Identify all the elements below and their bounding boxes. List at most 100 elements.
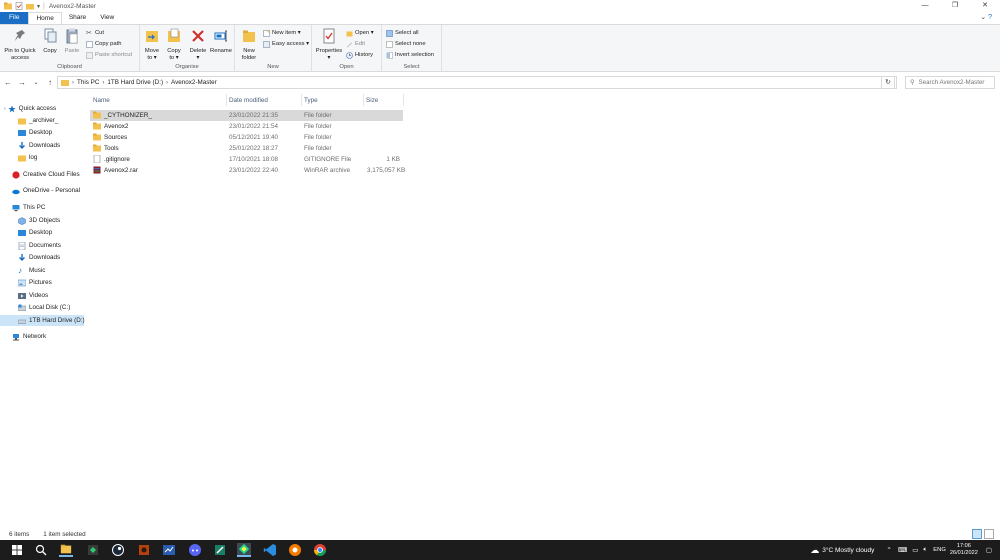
nav-creative-cloud[interactable]: Creative Cloud Files bbox=[0, 169, 84, 180]
nav-music[interactable]: ♪ Music bbox=[0, 265, 84, 276]
tab-view[interactable]: View bbox=[93, 12, 121, 24]
group-clipboard: Pin to Quick access Copy Paste ✂ Cut Cop… bbox=[0, 25, 140, 72]
table-row[interactable]: _CYTHONIZER_ 23/01/2022 21:35 File folde… bbox=[90, 110, 403, 121]
file-date: 23/01/2022 21:54 bbox=[229, 123, 279, 130]
nav-log[interactable]: log bbox=[0, 152, 84, 163]
nav-1tb-drive[interactable]: 1TB Hard Drive (D:) bbox=[0, 315, 85, 326]
language-indicator[interactable]: ENG bbox=[933, 547, 946, 553]
invert-selection-button[interactable]: Invert selection bbox=[386, 50, 434, 60]
tab-share[interactable]: Share bbox=[62, 12, 93, 24]
select-all-button[interactable]: Select all bbox=[386, 28, 419, 38]
nav-local-disk[interactable]: Local Disk (C:) bbox=[0, 302, 84, 313]
app-icon-blue[interactable] bbox=[162, 543, 176, 557]
discord-icon[interactable] bbox=[188, 543, 202, 557]
app-icon-green[interactable] bbox=[86, 543, 100, 557]
nav-quick-access[interactable]: › Quick access bbox=[0, 103, 84, 114]
app-icon-orange[interactable] bbox=[288, 543, 302, 557]
nav-pictures[interactable]: Pictures bbox=[0, 277, 84, 288]
paste-icon bbox=[66, 28, 78, 44]
move-to-button[interactable]: Move to ▾ bbox=[142, 28, 162, 62]
chrome-icon[interactable] bbox=[313, 543, 327, 557]
navigation-pane: › Quick access _archiver_ Desktop Downlo… bbox=[0, 92, 85, 527]
details-view-button[interactable] bbox=[972, 529, 982, 539]
chevron-up-icon[interactable]: ⌃ bbox=[886, 546, 891, 554]
refresh-button[interactable]: ↻ bbox=[881, 76, 895, 89]
nav-archiver[interactable]: _archiver_ bbox=[0, 115, 84, 126]
search-box[interactable]: ⚲ Search Avenox2-Master bbox=[905, 76, 995, 89]
column-type[interactable]: Type bbox=[304, 97, 318, 104]
large-icons-view-button[interactable] bbox=[984, 529, 994, 539]
breadcrumb-drive[interactable]: 1TB Hard Drive (D:) bbox=[107, 79, 163, 86]
forward-arrow-icon[interactable]: → bbox=[16, 78, 28, 87]
table-row[interactable]: .gitignore 17/10/2021 18:08 GITIGNORE Fi… bbox=[90, 154, 403, 165]
column-name[interactable]: Name bbox=[93, 97, 110, 104]
new-folder-button[interactable]: New folder bbox=[238, 28, 260, 62]
minimize-button[interactable]: — bbox=[910, 0, 940, 12]
nav-downloads[interactable]: Downloads bbox=[0, 252, 84, 263]
windows-start-icon[interactable] bbox=[10, 543, 24, 557]
close-button[interactable]: ✕ bbox=[970, 0, 1000, 12]
nav-network[interactable]: Network bbox=[0, 331, 84, 342]
search-icon[interactable] bbox=[34, 543, 48, 557]
column-date[interactable]: Date modified bbox=[229, 97, 268, 104]
recent-locations-icon[interactable]: ⌄ bbox=[30, 79, 42, 86]
properties-icon[interactable] bbox=[15, 2, 23, 10]
weather-text[interactable]: 3°C Mostly cloudy bbox=[822, 547, 874, 554]
notifications-icon[interactable]: ▢ bbox=[986, 546, 992, 554]
copy-to-button[interactable]: Copy to ▾ bbox=[164, 28, 184, 62]
network-tray-icon[interactable]: ▭ bbox=[912, 546, 918, 554]
file-explorer-icon[interactable] bbox=[59, 543, 73, 557]
nav-downloads-quick[interactable]: Downloads bbox=[0, 140, 84, 151]
maximize-button[interactable]: ❐ bbox=[940, 0, 970, 12]
ribbon: Pin to Quick access Copy Paste ✂ Cut Cop… bbox=[0, 24, 1000, 72]
table-row[interactable]: Sources 05/12/2021 19:40 File folder bbox=[90, 132, 403, 143]
rename-button[interactable]: Rename bbox=[210, 28, 232, 55]
copy-path-icon bbox=[86, 40, 93, 48]
open-button[interactable]: Open ▾ bbox=[346, 28, 374, 38]
nav-3d-objects[interactable]: 3D Objects bbox=[0, 215, 84, 226]
nav-desktop[interactable]: Desktop bbox=[0, 227, 84, 238]
app-icon-vscode[interactable] bbox=[263, 543, 277, 557]
copy-path-button[interactable]: Copy path bbox=[86, 39, 121, 49]
up-arrow-icon[interactable]: ↑ bbox=[44, 78, 56, 87]
nav-onedrive[interactable]: OneDrive - Personal bbox=[0, 185, 84, 196]
select-none-button[interactable]: Select none bbox=[386, 39, 426, 49]
breadcrumb-current[interactable]: Avenox2-Master bbox=[171, 79, 217, 86]
paste-button[interactable]: Paste bbox=[62, 28, 82, 55]
winrar-icon bbox=[93, 166, 101, 174]
nav-desktop-quick[interactable]: Desktop bbox=[0, 127, 84, 138]
nav-documents[interactable]: Documents bbox=[0, 240, 84, 251]
tab-home[interactable]: Home bbox=[28, 12, 62, 24]
properties-button[interactable]: Properties ▾ bbox=[314, 28, 344, 62]
pycharm-icon[interactable] bbox=[237, 543, 251, 557]
edit-button[interactable]: Edit bbox=[346, 39, 365, 49]
nav-videos[interactable]: Videos bbox=[0, 290, 84, 301]
pin-to-quick-access-button[interactable]: Pin to Quick access bbox=[2, 28, 38, 62]
copy-button[interactable]: Copy bbox=[40, 28, 60, 55]
back-arrow-icon[interactable]: ← bbox=[2, 78, 14, 87]
table-row[interactable]: Avenox2.rar 23/01/2022 22:40 WinRAR arch… bbox=[90, 165, 405, 176]
nav-this-pc[interactable]: This PC bbox=[0, 202, 84, 213]
delete-button[interactable]: Delete ▾ bbox=[188, 28, 208, 62]
chevron-down-icon[interactable]: ⌄ ? bbox=[980, 12, 992, 24]
tab-file[interactable]: File bbox=[0, 12, 29, 24]
table-row[interactable]: Avenox2 23/01/2022 21:54 File folder bbox=[90, 121, 403, 132]
clock[interactable]: 17:06 26/01/2022 bbox=[950, 543, 978, 557]
column-size[interactable]: Size bbox=[366, 97, 378, 104]
history-button[interactable]: History bbox=[346, 50, 373, 60]
breadcrumb-this-pc[interactable]: This PC bbox=[77, 79, 99, 86]
new-folder-icon[interactable] bbox=[26, 2, 34, 10]
cut-button[interactable]: ✂ Cut bbox=[86, 28, 104, 38]
keyboard-icon[interactable]: ⌨ bbox=[898, 546, 907, 554]
table-row[interactable]: Tools 25/01/2022 18:27 File folder bbox=[90, 143, 403, 154]
steam-icon[interactable] bbox=[111, 543, 125, 557]
game-launcher-icon[interactable] bbox=[137, 543, 151, 557]
easy-access-button[interactable]: Easy access ▾ bbox=[263, 39, 309, 49]
app-icon-teal[interactable] bbox=[213, 543, 227, 557]
address-bar[interactable]: › This PC › 1TB Hard Drive (D:) › Avenox… bbox=[57, 76, 897, 89]
volume-icon[interactable]: 🔈︎ bbox=[923, 546, 927, 554]
paste-shortcut-button[interactable]: Paste shortcut bbox=[86, 50, 132, 60]
qa-customize-icon[interactable]: ▾ bbox=[37, 3, 40, 10]
group-label-new: New bbox=[267, 64, 279, 70]
new-item-button[interactable]: New item ▾ bbox=[263, 28, 301, 38]
